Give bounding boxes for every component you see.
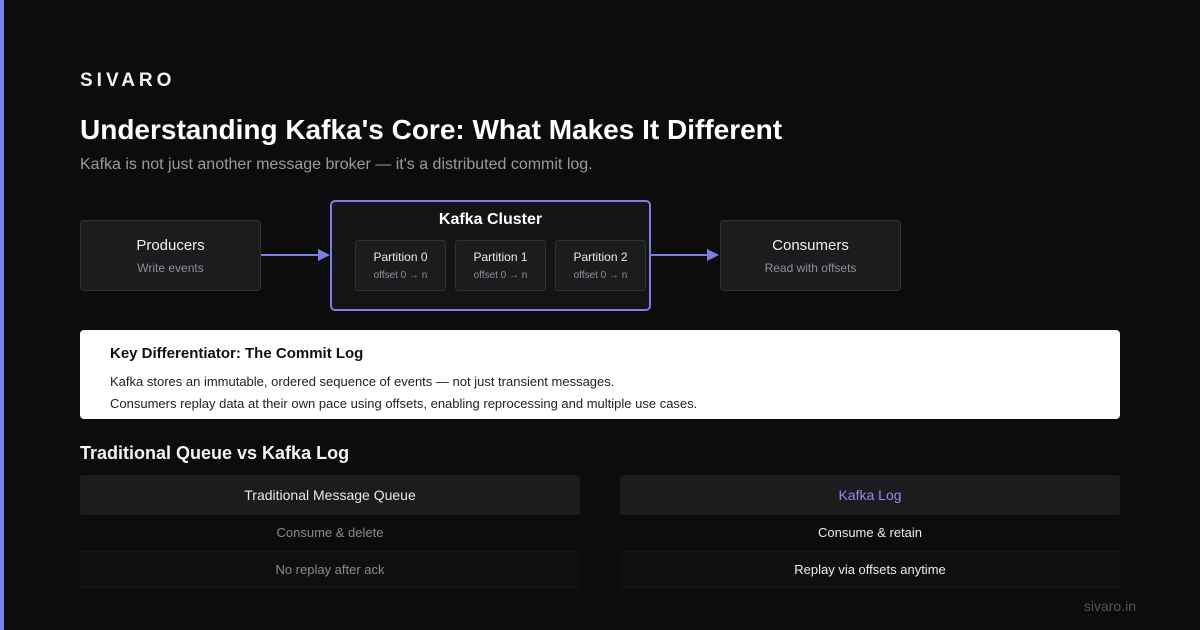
callout-title: Key Differentiator: The Commit Log: [110, 345, 364, 362]
consumers-name: Consumers: [772, 237, 849, 254]
table-row: Replay via offsets anytime: [620, 552, 1120, 588]
page-title: Understanding Kafka's Core: What Makes I…: [80, 114, 783, 145]
partition-offset: offset 0 → n: [473, 270, 528, 281]
key-differentiator-callout: Key Differentiator: The Commit Log Kafka…: [80, 330, 1120, 419]
cluster-to-consumers-arrow: [650, 249, 719, 261]
accent-bar: [0, 0, 4, 630]
traditional-queue-column: Traditional Message Queue Consume & dele…: [80, 475, 580, 588]
callout-line-1: Kafka stores an immutable, ordered seque…: [110, 374, 615, 389]
comparison-title: Traditional Queue vs Kafka Log: [80, 443, 350, 463]
partition-offset: offset 0 → n: [573, 270, 628, 281]
cluster-title: Kafka Cluster: [438, 211, 543, 228]
kafka-log-column: Kafka Log Consume & retain Replay via of…: [620, 475, 1120, 588]
table-row: No replay after ack: [80, 552, 580, 588]
footer-url: sivaro.in: [1083, 598, 1136, 614]
partition-name: Partition 0: [373, 250, 428, 264]
partition-1: Partition 1 offset 0 → n: [455, 240, 546, 291]
callout-line-2: Consumers replay data at their own pace …: [110, 396, 698, 411]
consumers-node: Consumers Read with offsets: [720, 220, 901, 291]
producers-name: Producers: [136, 237, 205, 254]
consumers-desc: Read with offsets: [764, 261, 857, 275]
partition-name: Partition 2: [573, 250, 628, 264]
partition-offset: offset 0 → n: [373, 270, 428, 281]
producers-node: Producers Write events: [80, 220, 261, 291]
partition-0: Partition 0 offset 0 → n: [355, 240, 446, 291]
producers-to-cluster-arrow: [261, 249, 330, 261]
producers-desc: Write events: [137, 261, 204, 275]
column-header: Kafka Log: [620, 475, 1120, 515]
table-row: Consume & retain: [620, 515, 1120, 552]
kafka-cluster-node: Kafka Cluster Partition 0 offset 0 → n P…: [330, 200, 651, 311]
table-row: Consume & delete: [80, 515, 580, 552]
column-header: Traditional Message Queue: [80, 475, 580, 515]
brand-logo: SIVARO: [80, 70, 176, 91]
page-subtitle: Kafka is not just another message broker…: [80, 156, 593, 173]
partition-name: Partition 1: [473, 250, 528, 264]
partition-2: Partition 2 offset 0 → n: [555, 240, 646, 291]
